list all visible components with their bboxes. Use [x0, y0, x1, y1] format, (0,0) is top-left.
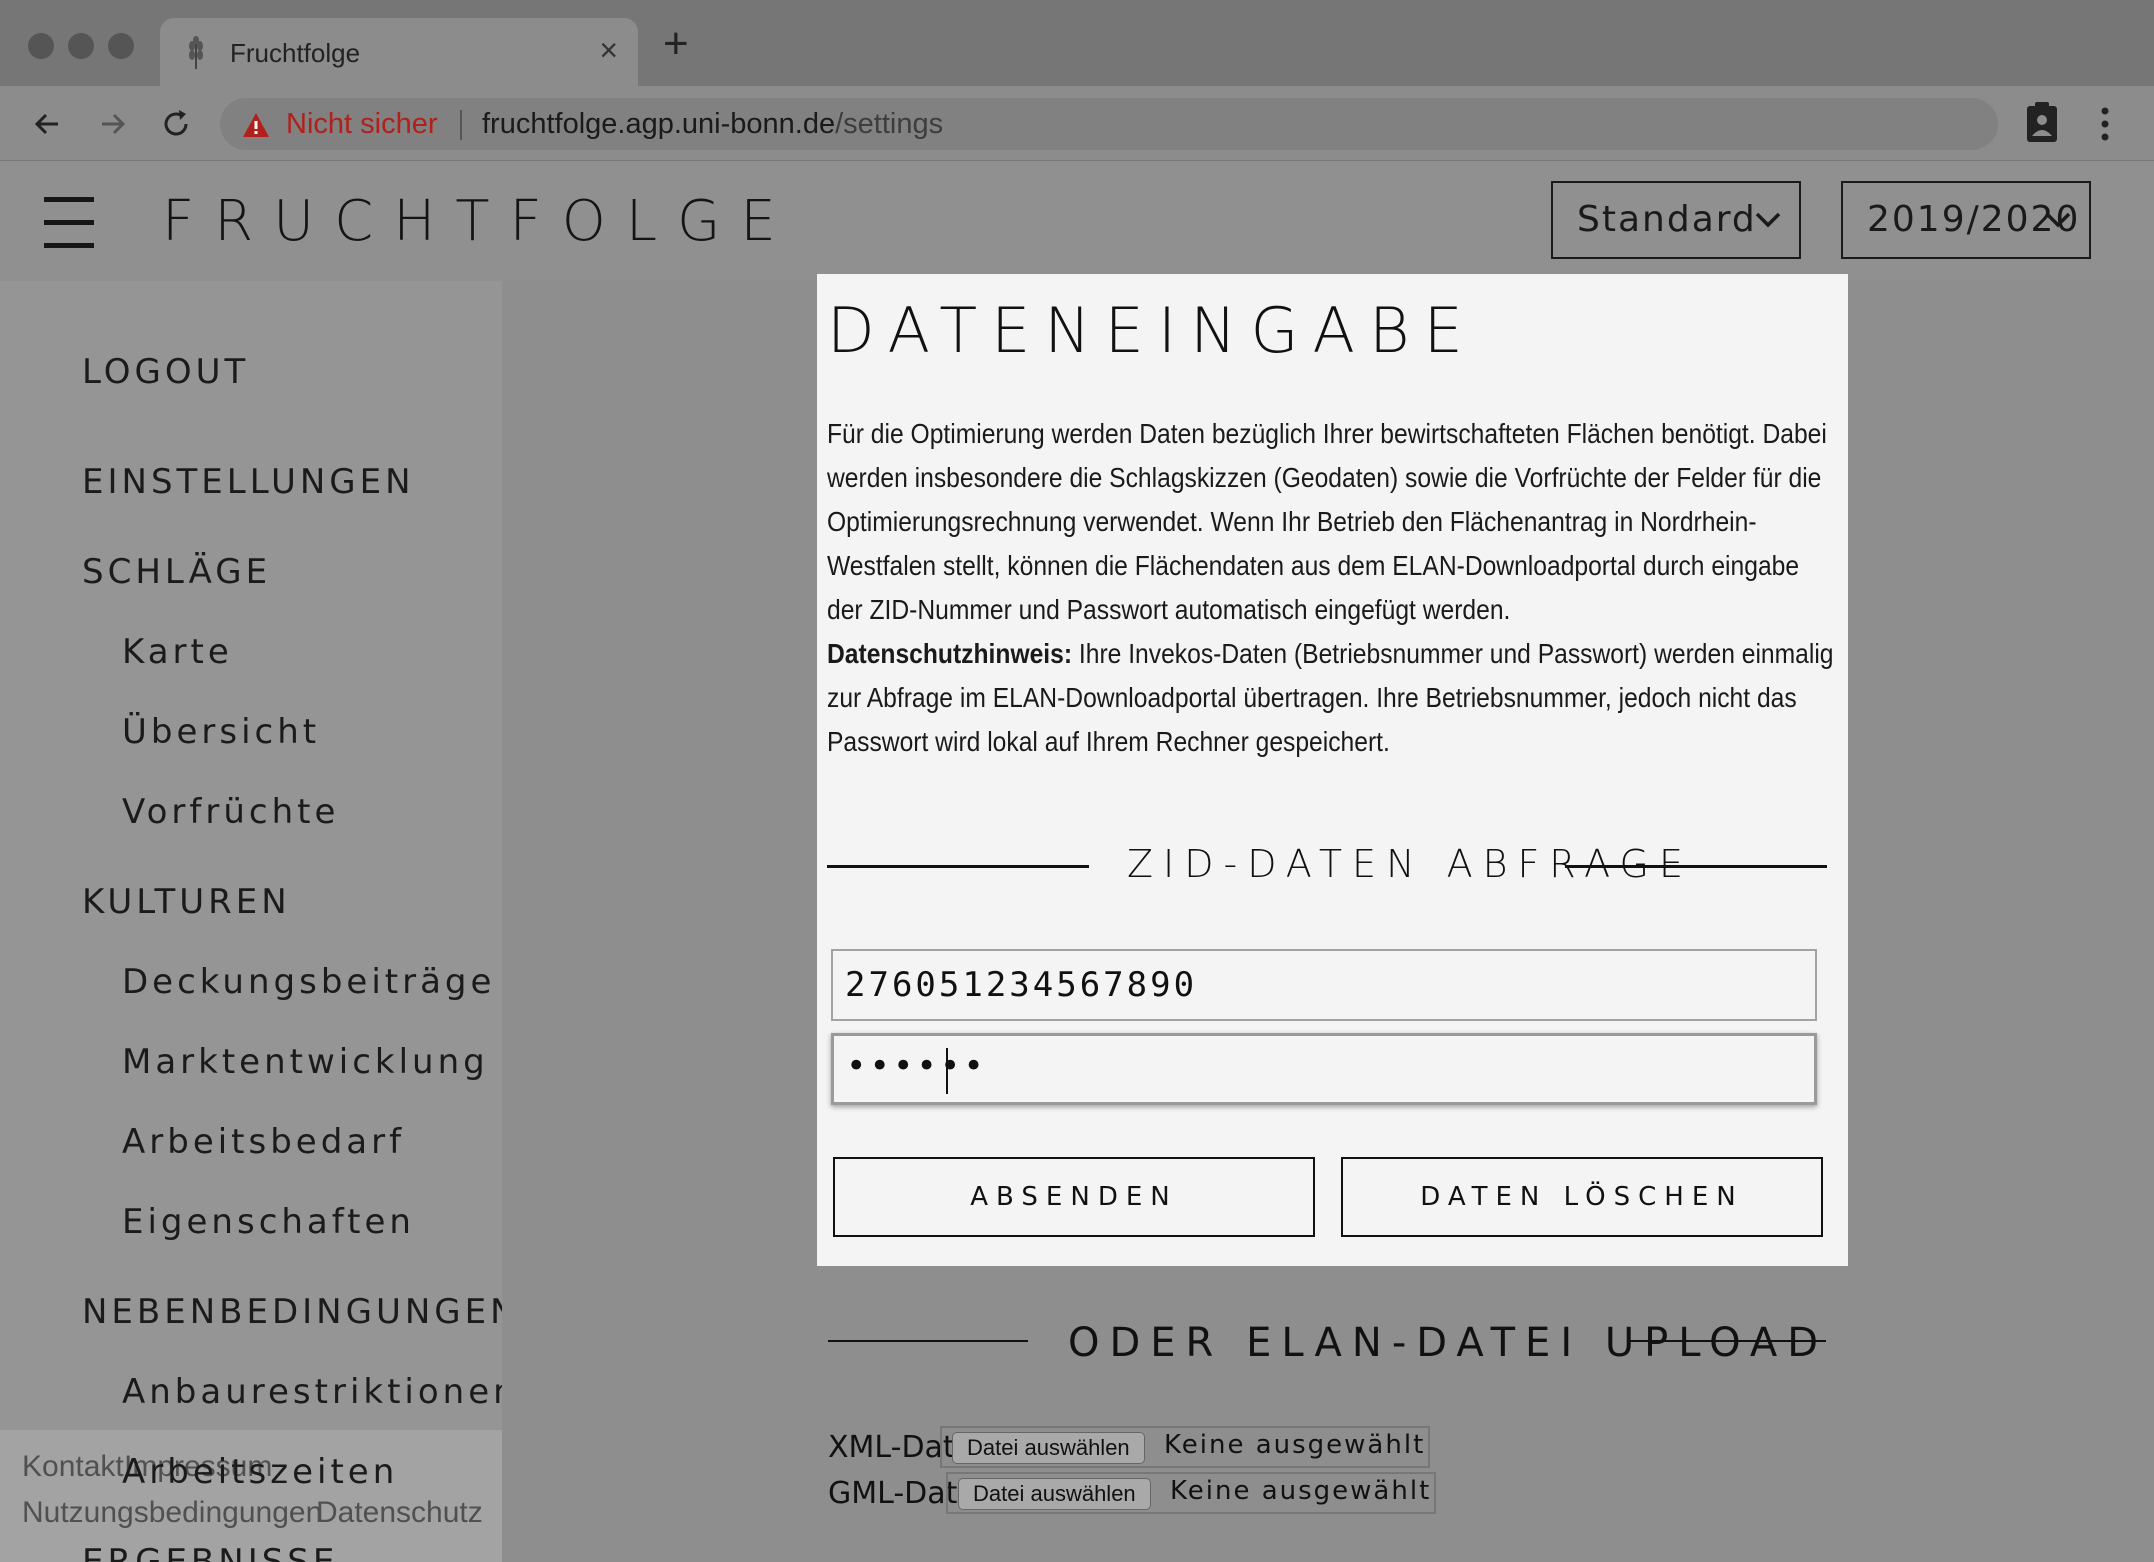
sidebar-item-ergebnisse[interactable]: ERGEBNISSE: [82, 1545, 338, 1562]
browser-tab[interactable]: Fruchtfolge ×: [160, 18, 638, 86]
password-input[interactable]: ••••••: [831, 1033, 1817, 1105]
zid-number-input[interactable]: 276051234567890: [831, 949, 1817, 1021]
zid-section-heading: ZID-DATEN ABFRAGE: [1127, 842, 1693, 886]
section-divider-left: [827, 865, 1089, 868]
sidebar-item-kulturen[interactable]: KULTUREN: [82, 882, 291, 922]
new-tab-icon[interactable]: +: [663, 22, 689, 66]
more-vert-icon[interactable]: [2100, 106, 2110, 142]
modal-title: DATENEINGABE: [827, 294, 1477, 367]
sidebar-item-schlaege[interactable]: SCHLÄGE: [82, 552, 271, 592]
sidebar-item-arbeitszeiten[interactable]: Arbeitszeiten: [122, 1452, 398, 1492]
chevron-down-icon: [2045, 212, 2071, 228]
upload-divider-left: [828, 1340, 1028, 1342]
text-caret: [946, 1048, 948, 1094]
sidebar-item-anbaurestriktionen[interactable]: Anbaurestriktionen: [122, 1372, 502, 1412]
url-path: /settings: [835, 108, 944, 140]
modal-description: Für die Optimierung werden Daten bezügli…: [827, 412, 1839, 764]
address-bar[interactable]: Nicht sicher fruchtfolge.agp.uni-bonn.de…: [220, 98, 1998, 150]
sidebar-item-arbeitsbedarf[interactable]: Arbeitsbedarf: [122, 1122, 405, 1162]
warning-icon: [243, 113, 269, 137]
reload-icon[interactable]: [156, 104, 196, 144]
window-close-dot[interactable]: [28, 33, 54, 59]
xml-choose-file-button[interactable]: Datei auswählen: [952, 1432, 1145, 1464]
sidebar-item-nebenbedingungen[interactable]: NEBENBEDINGUNGEN: [82, 1292, 502, 1332]
brand-title: FRUCHTFOLGE: [162, 189, 796, 254]
url-host: fruchtfolge.agp.uni-bonn.de: [482, 108, 836, 140]
back-arrow-icon[interactable]: [28, 104, 68, 144]
hamburger-menu-icon[interactable]: [44, 197, 96, 249]
password-value: ••••••: [846, 1046, 987, 1086]
sidebar-item-marktentwicklung[interactable]: Marktentwicklung: [122, 1042, 489, 1082]
privacy-label: Datenschutzhinweis:: [827, 638, 1073, 669]
sidebar-item-karte[interactable]: Karte: [122, 632, 233, 672]
footer-link-nutzungsbedingungen[interactable]: Nutzungsbedingungen: [22, 1496, 322, 1530]
gml-file-status: Keine ausgewählt: [1170, 1476, 1432, 1506]
sidebar-item-eigenschaften[interactable]: Eigenschaften: [122, 1202, 415, 1242]
upload-heading: ODER ELAN-DATEI UPLOAD: [1068, 1320, 1829, 1366]
sidebar: LOGOUT EINSTELLUNGEN SCHLÄGE Karte Übers…: [0, 281, 502, 1562]
url-text: fruchtfolge.agp.uni-bonn.de/settings: [482, 108, 943, 141]
scenario-select[interactable]: Standard: [1551, 181, 1801, 259]
tab-title: Fruchtfolge: [230, 38, 361, 68]
sidebar-item-logout[interactable]: LOGOUT: [82, 352, 249, 392]
data-entry-modal: DATENEINGABE Für die Optimierung werden …: [817, 274, 1848, 1266]
xml-file-input[interactable]: Datei auswählen Keine ausgewählt: [940, 1426, 1430, 1468]
tab-close-icon[interactable]: ×: [599, 32, 618, 69]
sidebar-clip: ERGEBNISSE: [0, 1545, 502, 1562]
scenario-select-value: Standard: [1577, 199, 1757, 240]
clipboard-account-icon[interactable]: [2025, 100, 2059, 144]
address-separator: [460, 110, 462, 140]
gml-file-input[interactable]: Datei auswählen Keine ausgewählt: [946, 1472, 1436, 1514]
window-zoom-dot[interactable]: [108, 33, 134, 59]
app-header: FRUCHTFOLGE Standard 2019/2020: [0, 161, 2154, 281]
xml-file-status: Keine ausgewählt: [1164, 1430, 1426, 1460]
wheat-icon: [189, 36, 203, 69]
footer-link-datenschutz[interactable]: Datenschutz: [316, 1496, 483, 1530]
gml-choose-file-button[interactable]: Datei auswählen: [958, 1478, 1151, 1510]
sidebar-item-einstellungen[interactable]: EINSTELLUNGEN: [82, 462, 415, 502]
delete-data-button[interactable]: DATEN LÖSCHEN: [1341, 1157, 1823, 1237]
modal-intro: Für die Optimierung werden Daten bezügli…: [827, 418, 1827, 625]
sidebar-item-uebersicht[interactable]: Übersicht: [122, 712, 320, 752]
section-divider-right: [1565, 865, 1827, 868]
upload-divider-right: [1628, 1340, 1826, 1342]
browser-toolbar: Nicht sicher fruchtfolge.agp.uni-bonn.de…: [0, 86, 2154, 161]
year-select[interactable]: 2019/2020: [1841, 181, 2091, 259]
sidebar-footer: Kontakt Impressum Nutzungsbedingungen Da…: [0, 1430, 502, 1562]
forward-arrow-icon[interactable]: [92, 104, 132, 144]
sidebar-item-deckungsbeitraege[interactable]: Deckungsbeiträge: [122, 962, 495, 1002]
sidebar-item-vorfruechte[interactable]: Vorfrüchte: [122, 792, 339, 832]
chevron-down-icon: [1755, 212, 1781, 228]
window-minimize-dot[interactable]: [68, 33, 94, 59]
zid-number-value: 276051234567890: [845, 965, 1198, 1005]
browser-tab-bar: Fruchtfolge × +: [0, 0, 2154, 86]
security-label[interactable]: Nicht sicher: [286, 108, 438, 141]
footer-link-kontakt[interactable]: Kontakt: [22, 1450, 124, 1484]
submit-button[interactable]: ABSENDEN: [833, 1157, 1315, 1237]
